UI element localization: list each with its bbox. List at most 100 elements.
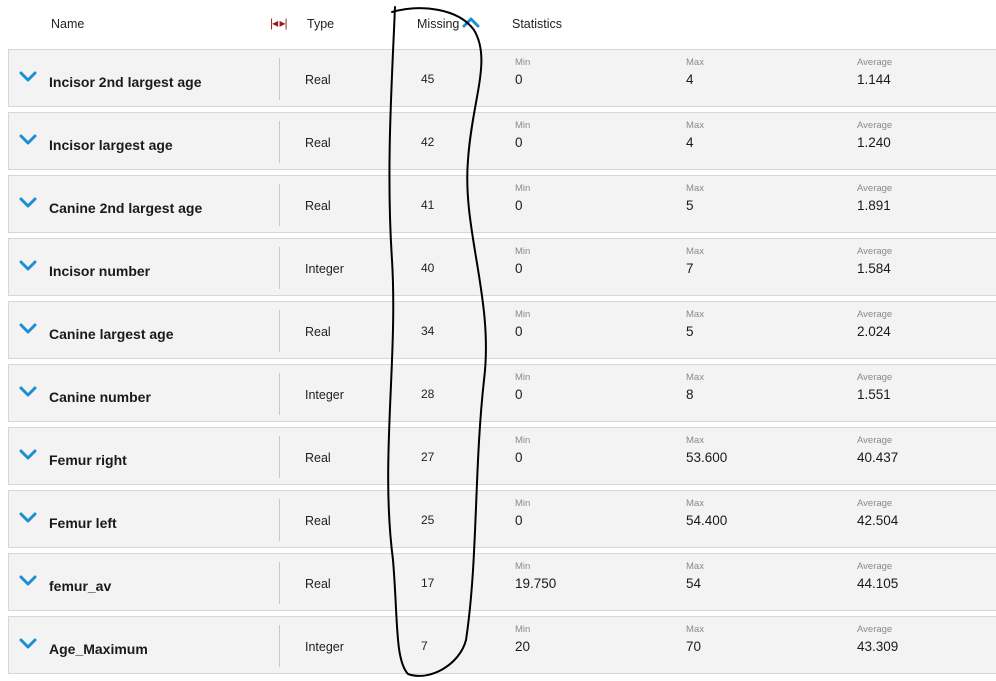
min-label: Min bbox=[515, 57, 531, 68]
max-value: 54 bbox=[686, 576, 702, 591]
column-header-type[interactable]: Type bbox=[307, 17, 334, 31]
average-value: 44.105 bbox=[857, 576, 899, 591]
chevron-down-icon[interactable] bbox=[19, 638, 37, 650]
table-row[interactable]: femur_av Real 17 Min 19.750 Max 54 Avera… bbox=[8, 553, 996, 611]
column-resize-handle-icon[interactable]: |◂ ▸| bbox=[270, 16, 288, 30]
average-label: Average bbox=[857, 57, 893, 68]
min-value: 0 bbox=[515, 513, 523, 528]
average-label: Average bbox=[857, 120, 893, 131]
chevron-down-icon[interactable] bbox=[19, 575, 37, 587]
chevron-up-icon[interactable] bbox=[462, 15, 480, 29]
table-row[interactable]: Incisor number Integer 40 Min 0 Max 7 Av… bbox=[8, 238, 996, 296]
column-header-missing[interactable]: Missing bbox=[417, 17, 459, 31]
min-value: 0 bbox=[515, 261, 523, 276]
table-row[interactable]: Femur right Real 27 Min 0 Max 53.600 Ave… bbox=[8, 427, 996, 485]
attribute-type: Real bbox=[305, 577, 331, 591]
min-value: 19.750 bbox=[515, 576, 557, 591]
attribute-name: Incisor 2nd largest age bbox=[49, 74, 202, 90]
max-label: Max bbox=[686, 183, 704, 194]
max-value: 70 bbox=[686, 639, 702, 654]
attribute-name: Canine number bbox=[49, 389, 151, 405]
table-row[interactable]: Age_Maximum Integer 7 Min 20 Max 70 Aver… bbox=[8, 616, 996, 674]
chevron-down-icon[interactable] bbox=[19, 386, 37, 398]
missing-count: 28 bbox=[421, 387, 435, 401]
chevron-down-icon[interactable] bbox=[19, 134, 37, 146]
column-divider bbox=[279, 499, 280, 541]
min-label: Min bbox=[515, 309, 531, 320]
attribute-name: Incisor number bbox=[49, 263, 151, 279]
average-label: Average bbox=[857, 435, 893, 446]
max-label: Max bbox=[686, 372, 704, 383]
min-value: 20 bbox=[515, 639, 531, 654]
max-label: Max bbox=[686, 561, 704, 572]
min-label: Min bbox=[515, 435, 531, 446]
missing-count: 17 bbox=[421, 576, 435, 590]
attribute-name: Canine largest age bbox=[49, 326, 174, 342]
attribute-name: Incisor largest age bbox=[49, 137, 173, 153]
attribute-type: Integer bbox=[305, 640, 344, 654]
max-label: Max bbox=[686, 435, 704, 446]
min-label: Min bbox=[515, 624, 531, 635]
attribute-name: Canine 2nd largest age bbox=[49, 200, 203, 216]
chevron-down-icon[interactable] bbox=[19, 512, 37, 524]
average-label: Average bbox=[857, 624, 893, 635]
max-value: 4 bbox=[686, 72, 694, 87]
chevron-down-icon[interactable] bbox=[19, 260, 37, 272]
attribute-type: Real bbox=[305, 136, 331, 150]
column-divider bbox=[279, 247, 280, 289]
missing-count: 41 bbox=[421, 198, 435, 212]
min-label: Min bbox=[515, 183, 531, 194]
attribute-type: Real bbox=[305, 451, 331, 465]
table-row[interactable]: Canine largest age Real 34 Min 0 Max 5 A… bbox=[8, 301, 996, 359]
max-label: Max bbox=[686, 309, 704, 320]
average-value: 1.240 bbox=[857, 135, 891, 150]
attribute-type: Real bbox=[305, 325, 331, 339]
max-value: 4 bbox=[686, 135, 694, 150]
column-header-statistics[interactable]: Statistics bbox=[512, 17, 562, 31]
chevron-down-icon[interactable] bbox=[19, 449, 37, 461]
min-value: 0 bbox=[515, 450, 523, 465]
average-value: 1.551 bbox=[857, 387, 891, 402]
max-value: 8 bbox=[686, 387, 694, 402]
table-header: Name |◂ ▸| Type Missing Statistics bbox=[0, 0, 996, 48]
max-value: 5 bbox=[686, 198, 694, 213]
table-row[interactable]: Incisor 2nd largest age Real 45 Min 0 Ma… bbox=[8, 49, 996, 107]
missing-count: 27 bbox=[421, 450, 435, 464]
column-divider bbox=[279, 625, 280, 667]
attribute-name: Femur left bbox=[49, 515, 117, 531]
column-header-name[interactable]: Name bbox=[51, 17, 84, 31]
min-label: Min bbox=[515, 120, 531, 131]
attribute-type: Real bbox=[305, 199, 331, 213]
max-value: 5 bbox=[686, 324, 694, 339]
table-row[interactable]: Canine number Integer 28 Min 0 Max 8 Ave… bbox=[8, 364, 996, 422]
chevron-down-icon[interactable] bbox=[19, 197, 37, 209]
max-label: Max bbox=[686, 120, 704, 131]
average-value: 1.891 bbox=[857, 198, 891, 213]
missing-count: 34 bbox=[421, 324, 435, 338]
attribute-name: Femur right bbox=[49, 452, 127, 468]
attribute-name: femur_av bbox=[49, 578, 112, 594]
max-value: 53.600 bbox=[686, 450, 728, 465]
missing-count: 45 bbox=[421, 72, 435, 86]
column-divider bbox=[279, 121, 280, 163]
min-value: 0 bbox=[515, 135, 523, 150]
missing-count: 40 bbox=[421, 261, 435, 275]
max-value: 54.400 bbox=[686, 513, 728, 528]
chevron-down-icon[interactable] bbox=[19, 71, 37, 83]
average-value: 43.309 bbox=[857, 639, 899, 654]
chevron-down-icon[interactable] bbox=[19, 323, 37, 335]
min-label: Min bbox=[515, 561, 531, 572]
table-row[interactable]: Incisor largest age Real 42 Min 0 Max 4 … bbox=[8, 112, 996, 170]
missing-count: 7 bbox=[421, 639, 428, 653]
attribute-type: Real bbox=[305, 514, 331, 528]
max-label: Max bbox=[686, 498, 704, 509]
attribute-type: Integer bbox=[305, 262, 344, 276]
min-value: 0 bbox=[515, 72, 523, 87]
max-label: Max bbox=[686, 57, 704, 68]
table-row[interactable]: Femur left Real 25 Min 0 Max 54.400 Aver… bbox=[8, 490, 996, 548]
max-value: 7 bbox=[686, 261, 694, 276]
min-label: Min bbox=[515, 246, 531, 257]
table-row[interactable]: Canine 2nd largest age Real 41 Min 0 Max… bbox=[8, 175, 996, 233]
missing-count: 25 bbox=[421, 513, 435, 527]
column-divider bbox=[279, 436, 280, 478]
